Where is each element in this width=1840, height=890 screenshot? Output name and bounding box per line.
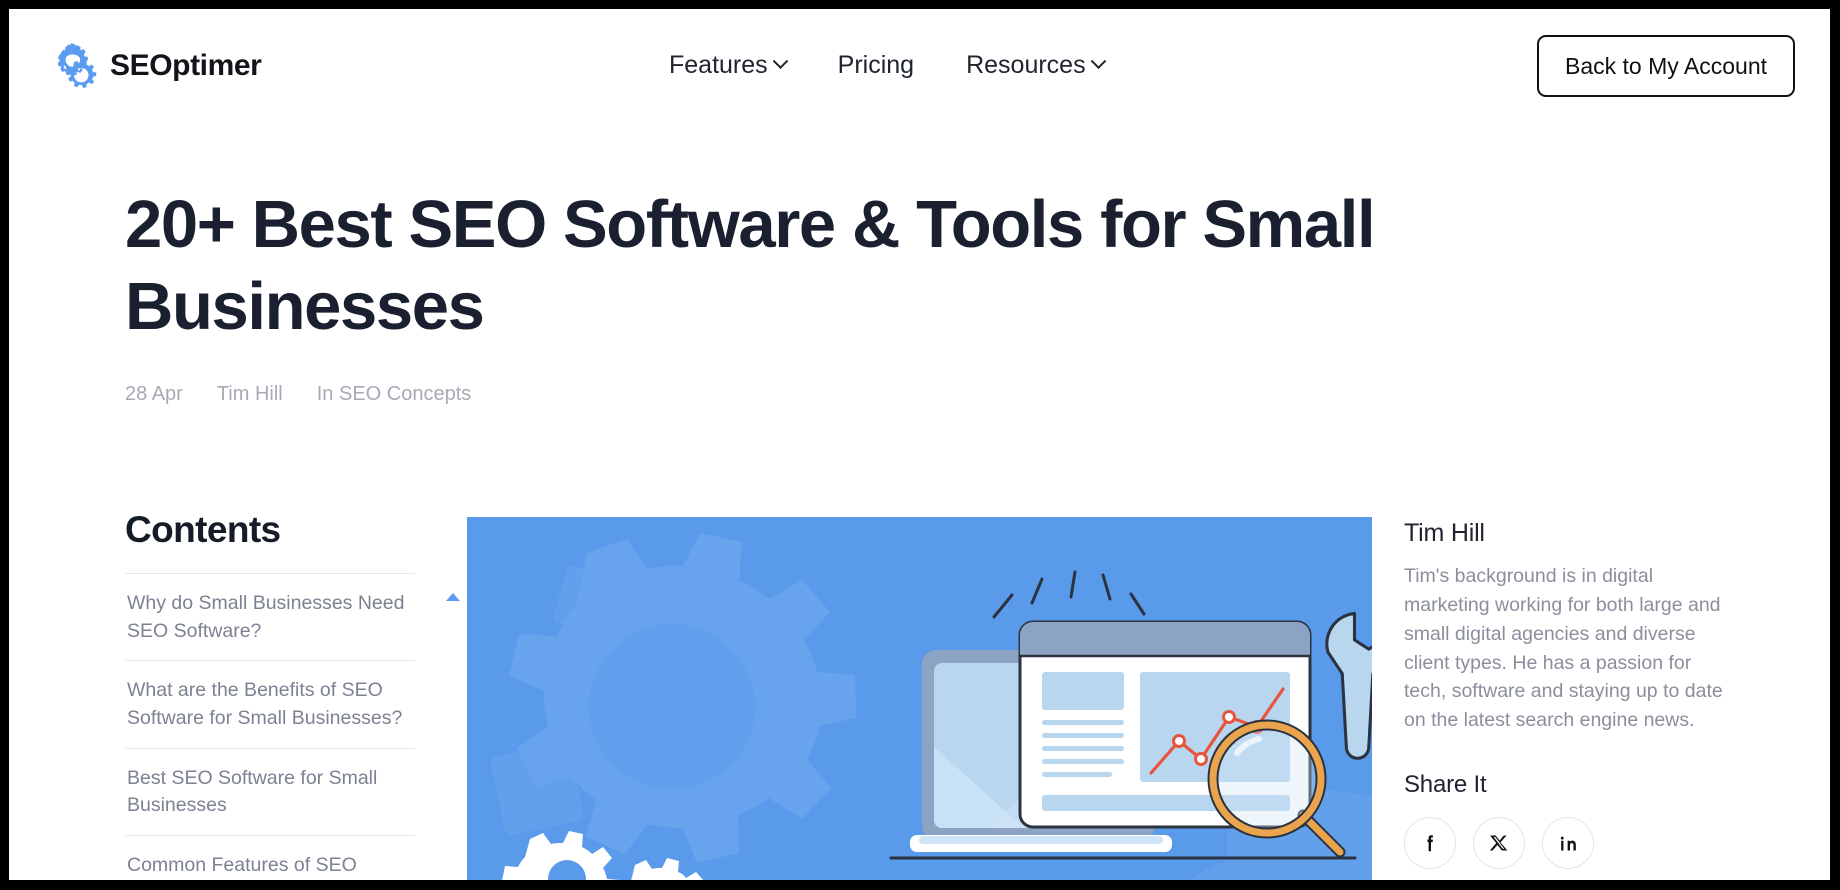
meta-date: 28 Apr — [125, 382, 183, 405]
toc-item[interactable]: Best SEO Software for Small Businesses — [125, 747, 415, 835]
logo-wordmark: SEOptimer — [110, 48, 262, 82]
facebook-icon — [1419, 832, 1441, 854]
toc-item[interactable]: Why do Small Businesses Need SEO Softwar… — [125, 573, 415, 660]
author-name: Tim Hill — [1404, 519, 1485, 547]
share-heading: Share It — [1404, 771, 1487, 799]
article-body-row: Contents Why do Small Businesses Need SE… — [9, 509, 1830, 880]
meta-category[interactable]: In SEO Concepts — [317, 383, 472, 406]
toc-heading: Contents — [125, 509, 281, 550]
nav-item-resources-label: Resources — [966, 51, 1086, 79]
chevron-down-icon — [772, 53, 788, 70]
share-linkedin-button[interactable] — [1542, 817, 1594, 870]
chevron-down-icon — [1090, 53, 1106, 70]
toc-item[interactable]: What are the Benefits of SEO Software fo… — [125, 660, 415, 747]
browser-frame: SEOptimer Features Pricing Resources Bac… — [0, 0, 1840, 890]
meta-author[interactable]: Tim Hill — [217, 383, 283, 406]
site-logo[interactable]: SEOptimer — [47, 39, 262, 92]
toc-list: Why do Small Businesses Need SEO Softwar… — [125, 573, 415, 880]
share-x-button[interactable] — [1473, 817, 1525, 870]
seoptimer-gear-logo-icon — [47, 39, 100, 92]
article-meta: 28 Apr Tim Hill In SEO Concepts — [125, 383, 1525, 406]
author-sidebar: Tim Hill Tim's background is in digital … — [1404, 519, 1724, 870]
author-bio: Tim's background is in digital marketing… — [1404, 565, 1723, 732]
main-navigation: Features Pricing Resources — [669, 51, 1106, 80]
nav-item-features-label: Features — [669, 51, 768, 79]
linkedin-icon — [1558, 833, 1579, 854]
toc-item[interactable]: Common Features of SEO Software that Sma… — [125, 835, 415, 880]
share-buttons — [1404, 817, 1724, 870]
article-header: 20+ Best SEO Software & Tools for Small … — [125, 184, 1525, 406]
nav-item-features[interactable]: Features — [669, 51, 788, 80]
site-header: SEOptimer Features Pricing Resources Bac… — [9, 9, 1830, 122]
nav-item-pricing[interactable]: Pricing — [838, 51, 914, 80]
table-of-contents: Contents Why do Small Businesses Need SE… — [125, 509, 460, 880]
page-viewport: SEOptimer Features Pricing Resources Bac… — [9, 9, 1830, 880]
back-to-my-account-button[interactable]: Back to My Account — [1537, 35, 1795, 97]
nav-item-pricing-label: Pricing — [837, 51, 915, 79]
hero-illustration — [467, 517, 1372, 880]
nav-item-resources[interactable]: Resources — [966, 51, 1106, 80]
x-twitter-icon — [1489, 833, 1509, 853]
page-title: 20+ Best SEO Software & Tools for Small … — [125, 187, 1376, 345]
share-facebook-button[interactable] — [1404, 817, 1456, 870]
toc-scroll-up-icon[interactable] — [446, 593, 460, 601]
